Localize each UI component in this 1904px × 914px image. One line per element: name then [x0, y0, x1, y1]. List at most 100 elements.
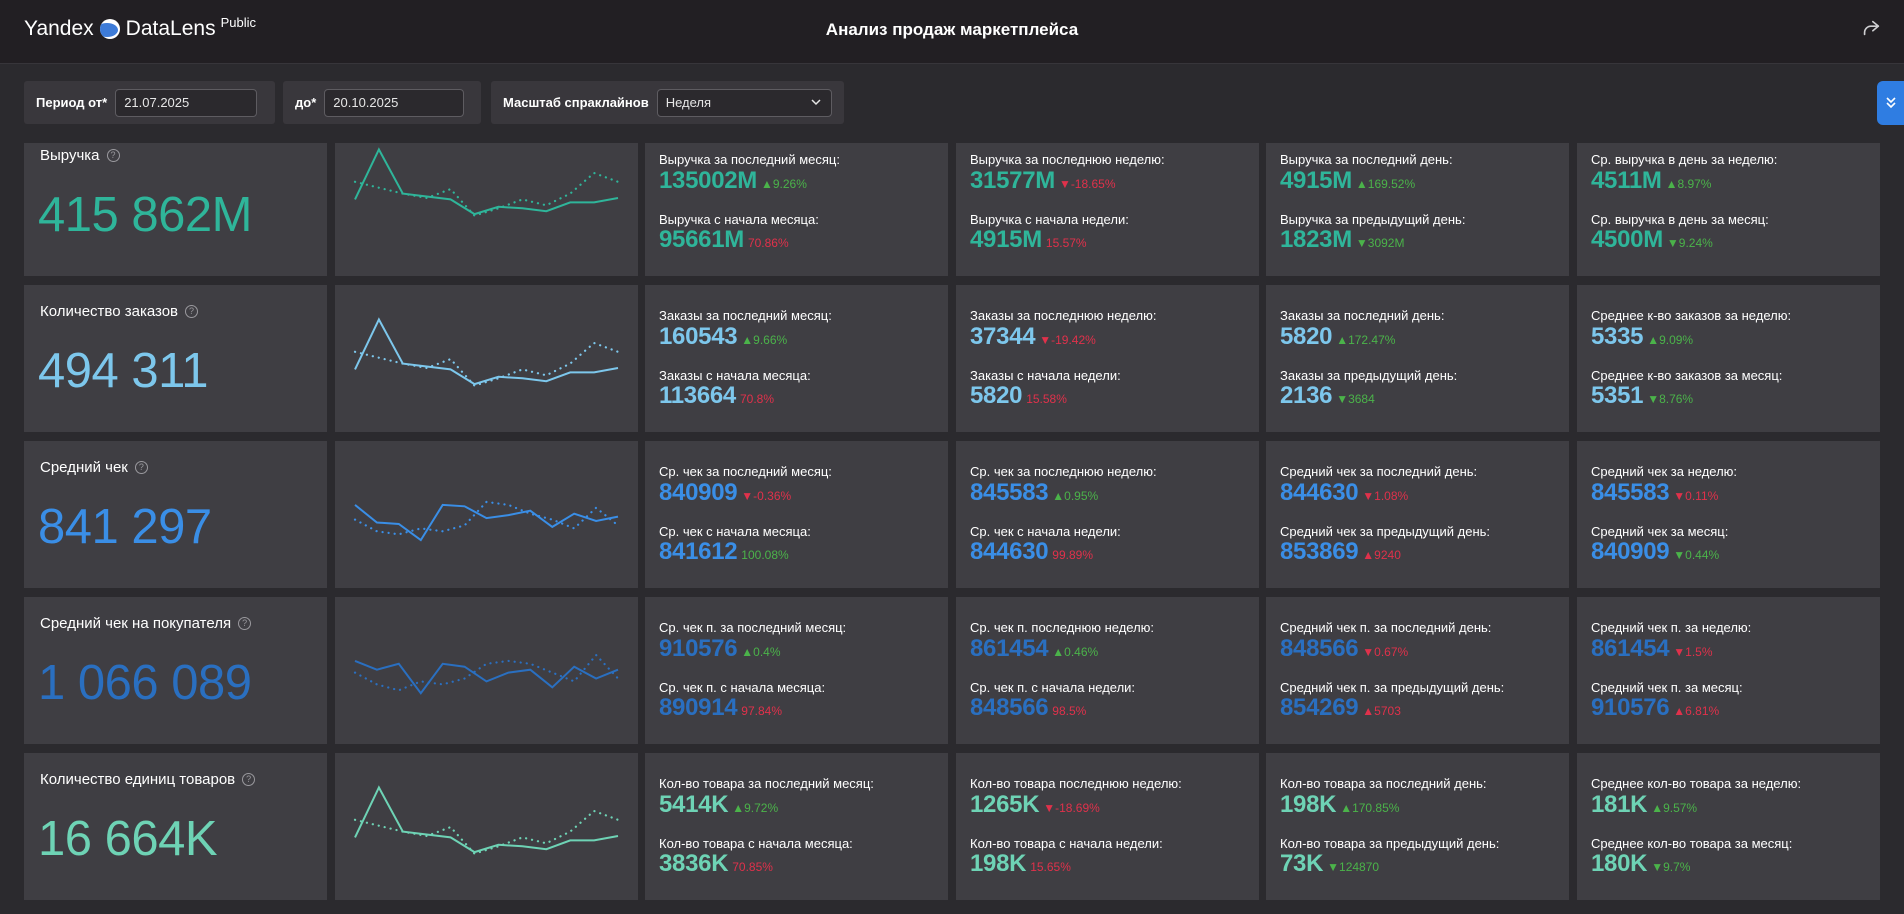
metric-line: 844630 99.89% [970, 538, 1093, 566]
metric-label: Ср. чек п. с начала недели: [970, 680, 1136, 695]
metric-line: 4500M ▼9.24% [1591, 226, 1713, 254]
metric-label: Средний чек п. за последний день: [1280, 620, 1492, 635]
share-icon[interactable] [1860, 17, 1882, 39]
sparkline-current-series [354, 147, 619, 216]
metric-label: Заказы за последний месяц: [659, 308, 832, 323]
kpi-card: Средний чек? 841 297 [24, 441, 327, 588]
metric-line: 854269 ▲5703 [1280, 694, 1401, 722]
metric-label: Ср. чек с начала месяца: [659, 524, 811, 539]
help-icon[interactable]: ? [106, 149, 120, 162]
metric-line: 73K ▼124870 [1280, 850, 1379, 878]
metric-delta: ▼3092M [1355, 236, 1405, 250]
metric-card: Выручка за последнюю неделю: 31577M ▼-18… [956, 143, 1259, 276]
metric-label: Выручка за последнюю неделю: [970, 152, 1165, 167]
metric-value: 848566 [970, 694, 1049, 721]
metric-card: Выручка за последний месяц: 135002M ▲9.2… [645, 143, 948, 276]
metric-delta: 97.84% [741, 704, 782, 718]
metric-delta: ▼8.76% [1647, 392, 1694, 406]
metric-value: 5351 [1591, 382, 1644, 409]
filters-bar: Период от* 21.07.2025 до* 20.10.2025 Мас… [0, 65, 1904, 140]
metric-line: 4915M 15.57% [970, 226, 1087, 254]
metric-value: 910576 [659, 635, 738, 662]
metric-delta: ▼-18.65% [1058, 177, 1116, 191]
metric-delta: ▲169.52% [1355, 177, 1416, 191]
metric-line: 135002M ▲9.26% [659, 167, 807, 195]
kpi-value: 494 311 [38, 344, 209, 398]
metric-value: 5820 [970, 382, 1023, 409]
kpi-card: Количество единиц товаров? 16 664K [24, 753, 327, 900]
sparkline-scale-filter: Масштаб спраклайнов Неделя [491, 81, 844, 124]
metric-label: Выручка с начала недели: [970, 212, 1129, 227]
metric-card: Выручка за последний день: 4915M ▲169.52… [1266, 143, 1569, 276]
metric-label: Кол-во товара с начала недели: [970, 836, 1163, 851]
sparkline-current-series [354, 503, 619, 542]
metric-delta: 15.57% [1045, 236, 1087, 250]
metric-line: 910576 ▲0.4% [659, 635, 781, 663]
metric-card: Кол-во товара за последний день: 198K ▲1… [1266, 753, 1569, 900]
kpi-label: Количество единиц товаров? [40, 771, 256, 788]
metric-value: 180K [1591, 850, 1648, 877]
metric-delta: ▲9.26% [760, 177, 807, 191]
metric-label: Кол-во товара с начала месяца: [659, 836, 853, 851]
metric-value: 845583 [970, 479, 1049, 506]
help-icon[interactable]: ? [238, 617, 252, 630]
metric-delta: 99.89% [1052, 548, 1093, 562]
top-bar: Yandex DataLens Public Анализ продаж мар… [0, 0, 1904, 64]
metric-card: Заказы за последний месяц: 160543 ▲9.66%… [645, 285, 948, 432]
sparkline-scale-select[interactable]: Неделя [656, 88, 832, 117]
kpi-label-text: Количество заказов [40, 303, 179, 320]
metric-card: Кол-во товара последнюю неделю: 1265K ▼-… [956, 753, 1259, 900]
sparkline-chart [353, 500, 620, 542]
metric-line: 844630 ▼1.08% [1280, 479, 1408, 507]
kpi-label-text: Выручка [40, 147, 100, 164]
kpi-label-text: Средний чек на покупателя [40, 615, 232, 632]
metric-delta: ▲9240 [1362, 548, 1401, 562]
metric-label: Ср. выручка в день за неделю: [1591, 152, 1778, 167]
period-to-filter: до* 20.10.2025 [283, 81, 481, 124]
metric-line: 5820 ▲172.47% [1280, 323, 1395, 351]
metric-value: 31577M [970, 167, 1055, 194]
metric-delta: 15.65% [1030, 860, 1071, 874]
metric-delta: 100.08% [741, 548, 789, 562]
sparkline-previous-series [353, 653, 620, 692]
kpi-label-text: Средний чек [40, 459, 128, 476]
metric-label: Ср. чек за последний месяц: [659, 464, 832, 479]
period-to-input[interactable]: 20.10.2025 [324, 88, 465, 117]
chevrons-down-icon [1885, 97, 1896, 109]
kpi-value: 16 664K [38, 812, 218, 866]
metric-label: Выручка за последний месяц: [659, 152, 840, 167]
metric-value: 844630 [970, 538, 1049, 565]
sparkline-chart [353, 147, 620, 217]
period-to-label: до* [295, 95, 317, 110]
metric-line: 5351 ▼8.76% [1591, 382, 1693, 410]
metric-line: 160543 ▲9.66% [659, 323, 787, 351]
help-icon[interactable]: ? [134, 461, 148, 474]
metric-delta: ▼-18.69% [1043, 801, 1100, 815]
metric-line: 198K ▲170.85% [1280, 791, 1399, 819]
metric-label: Выручка за последний день: [1280, 152, 1453, 167]
sparkline-card [335, 597, 638, 744]
metric-card: Кол-во товара за последний месяц: 5414K … [645, 753, 948, 900]
metric-card: Средний чек за неделю: 845583 ▼0.11% Сре… [1577, 441, 1880, 588]
expand-panel-button[interactable] [1877, 81, 1904, 125]
metric-value: 5820 [1280, 323, 1333, 350]
metric-value: 3836K [659, 850, 729, 877]
metric-value: 840909 [1591, 538, 1670, 565]
period-from-filter: Период от* 21.07.2025 [24, 81, 275, 124]
metric-label: Кол-во товара за последний месяц: [659, 776, 874, 791]
metric-delta: ▲9.72% [732, 801, 779, 815]
period-from-input[interactable]: 21.07.2025 [115, 88, 258, 117]
metric-line: 841612 100.08% [659, 538, 789, 566]
metric-delta: ▲6.81% [1673, 704, 1720, 718]
metric-label: Средний чек за неделю: [1591, 464, 1738, 479]
metric-line: 848566 98.5% [970, 694, 1086, 722]
help-icon[interactable]: ? [185, 305, 199, 318]
metric-label: Среднее кол-во товара за месяц: [1591, 836, 1793, 851]
metric-delta: ▲0.95% [1052, 489, 1099, 503]
metric-card: Средний чек п. за неделю: 861454 ▼1.5% С… [1577, 597, 1880, 744]
sparkline-card [335, 753, 638, 900]
help-icon[interactable]: ? [242, 773, 256, 786]
sparkline-scale-value: Неделя [665, 94, 712, 110]
metric-value: 113664 [659, 382, 736, 409]
metric-value: 4915M [970, 226, 1042, 253]
